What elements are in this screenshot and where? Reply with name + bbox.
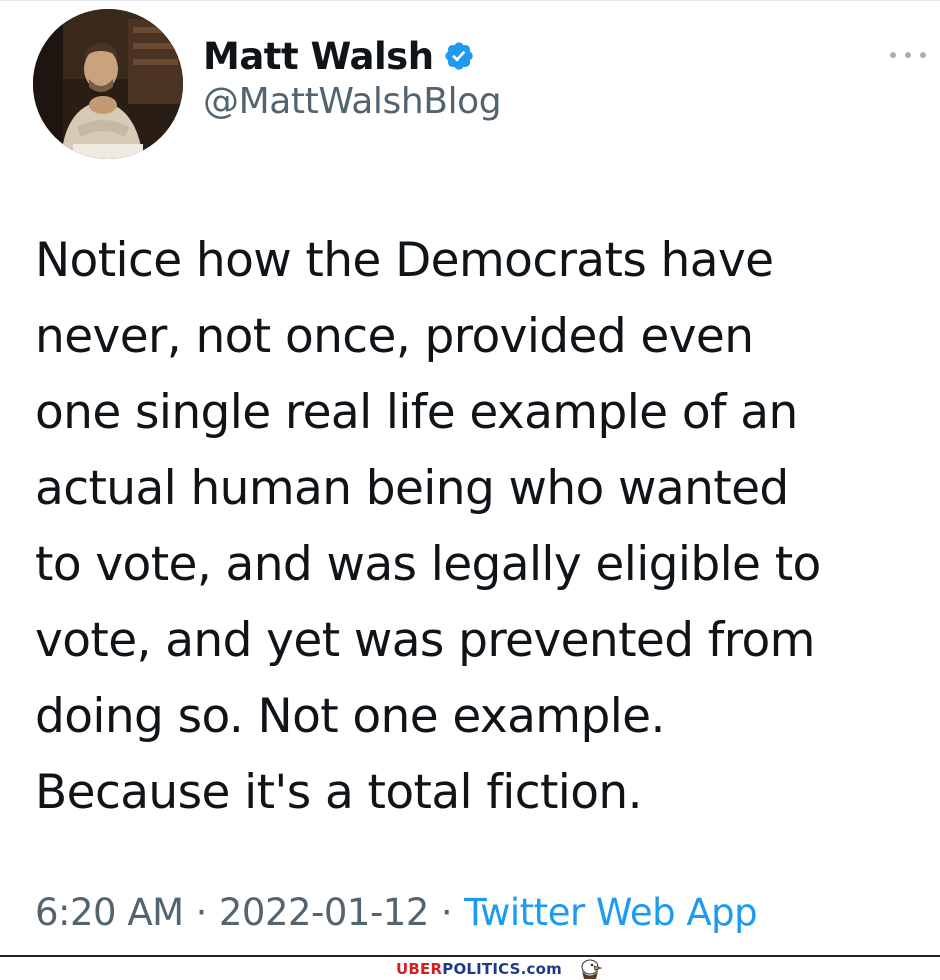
tweet-time[interactable]: 6:20 AM [35, 891, 184, 934]
verified-badge-icon [444, 42, 473, 70]
display-name[interactable]: Matt Walsh [203, 35, 434, 78]
watermark-uber: UBER [396, 959, 443, 978]
author-handle[interactable]: @MattWalshBlog [203, 81, 502, 122]
tweet-source-link[interactable]: Twitter Web App [464, 891, 757, 934]
watermark-bar: UBERPOLITICS.com [0, 955, 940, 980]
avatar[interactable] [33, 9, 183, 159]
more-options-icon [890, 52, 896, 58]
more-options-button[interactable] [890, 43, 926, 67]
tweet-metadata: 6:20 AM · 2022-01-12 · Twitter Web App [35, 886, 758, 938]
more-options-dot [905, 52, 911, 58]
meta-separator: · [195, 890, 208, 934]
eagle-icon [581, 959, 603, 979]
tweet-date[interactable]: 2022-01-12 [219, 891, 430, 934]
more-options-dot [920, 52, 926, 58]
tweet-card: Matt Walsh @MattWalshBlog Notice how the… [0, 0, 940, 955]
author-row: Matt Walsh [203, 31, 475, 81]
tweet-text: Notice how the Democrats have never, not… [35, 233, 821, 820]
meta-separator: · [440, 890, 453, 934]
avatar-image [33, 9, 183, 159]
watermark-politics: POLITICS.com [442, 959, 562, 978]
watermark-text: UBERPOLITICS.com [396, 960, 562, 978]
